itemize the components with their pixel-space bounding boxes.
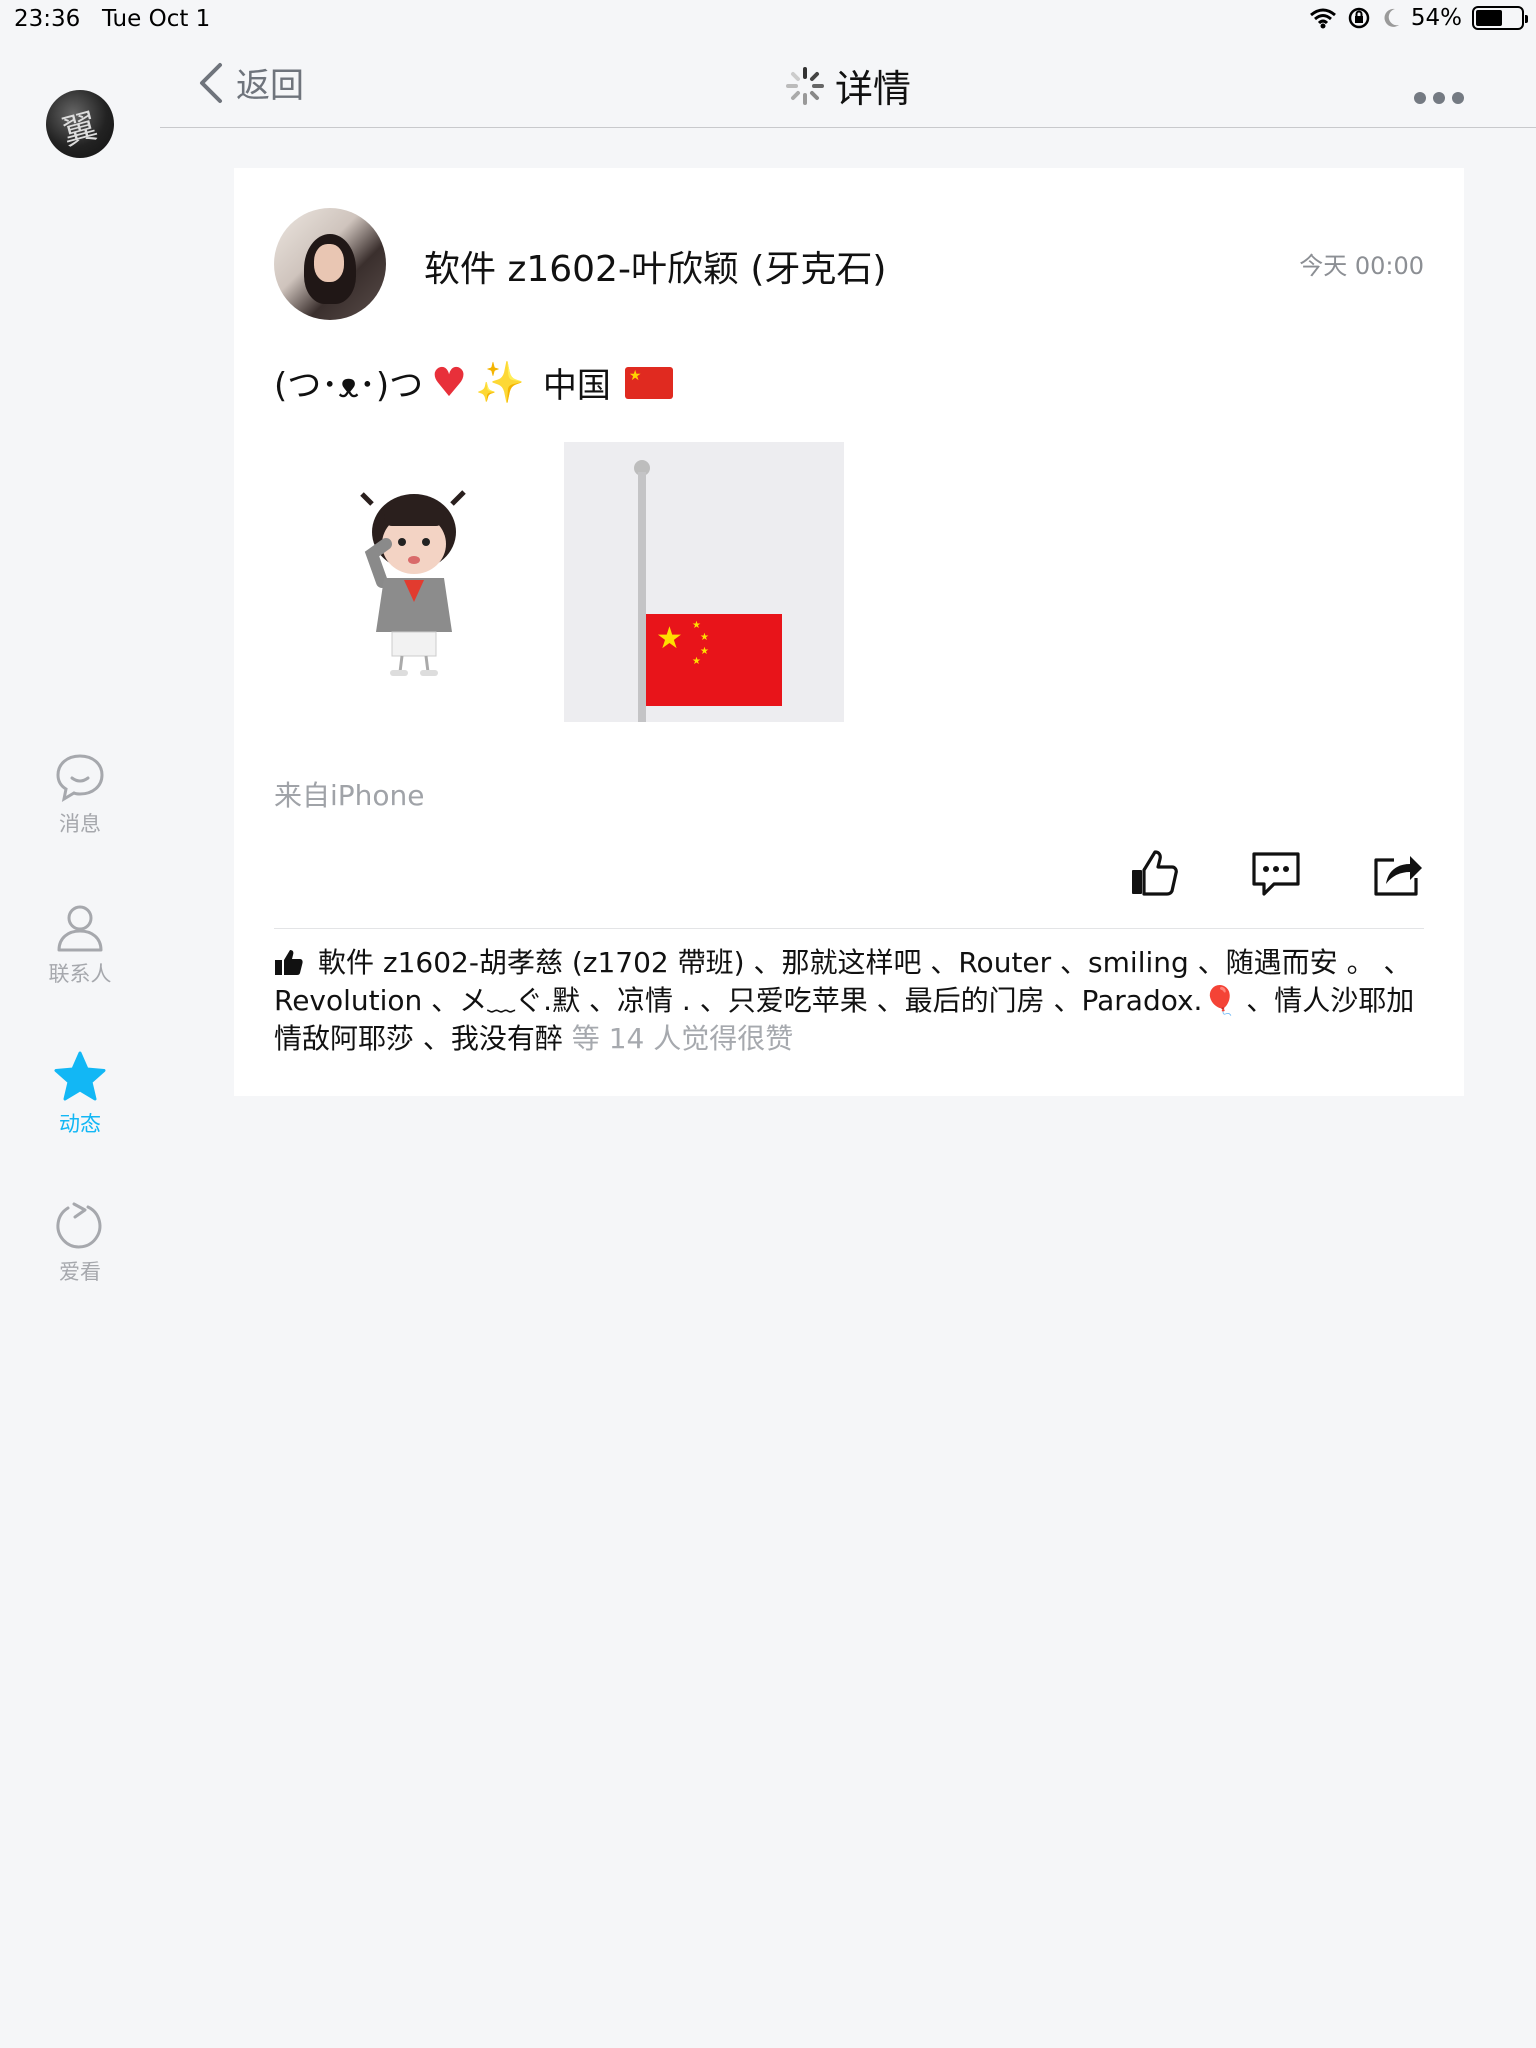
sidebar-item-label: 动态 (59, 1112, 101, 1136)
battery-percent: 54% (1410, 5, 1462, 31)
orientation-lock-icon (1348, 7, 1370, 29)
refresh-circle-icon (56, 1202, 102, 1249)
page-title-text: 详情 (834, 67, 911, 111)
heart-emoji-icon: ♥ (431, 359, 468, 406)
like-count[interactable]: 等 14 人觉得很赞 (563, 1022, 793, 1055)
status-date: Tue Oct 1 (102, 6, 211, 32)
more-dot-icon (1414, 92, 1426, 104)
post-card: 软件 z1602-叶欣颖 (牙克石) 今天 00:00 (つ･ᴥ･)つ ♥ ✨ … (234, 168, 1464, 1096)
poster-name[interactable]: 软件 z1602-叶欣颖 (牙克石) (424, 240, 886, 292)
page-title: 详情 (160, 58, 1536, 113)
sidebar-item-label: 爱看 (59, 1260, 101, 1284)
sidebar-item-watch[interactable]: 爱看 (0, 1200, 160, 1286)
moon-icon (1384, 8, 1399, 27)
liked-by-list: 軟件 z1602-胡孝慈 (z1702 帶班) 、那就这样吧 、Router 、… (274, 944, 1424, 1058)
sidebar-item-messages[interactable]: 消息 (0, 752, 160, 838)
sidebar-item-label: 联系人 (48, 962, 112, 986)
thumbs-up-filled-icon (275, 950, 303, 975)
star-icon (54, 1051, 106, 1101)
more-options-button[interactable] (1414, 92, 1464, 104)
person-icon (57, 905, 103, 952)
top-navigation-bar: 返回 详情 (160, 38, 1536, 128)
more-dot-icon (1452, 92, 1464, 104)
post-text: (つ･ᴥ･)つ ♥ ✨ 中国 (274, 358, 673, 407)
post-actions (1128, 848, 1424, 898)
post-timestamp: 今天 00:00 (1299, 252, 1424, 280)
status-indicators: 54% (1309, 5, 1528, 31)
post-source: 来自iPhone (274, 779, 425, 812)
china-flag-emoji-icon (624, 366, 673, 399)
sidebar-item-contacts[interactable]: 联系人 (0, 902, 160, 988)
wifi-icon (1309, 8, 1336, 29)
battery-icon (1472, 6, 1528, 30)
post-text-kaomoji: (つ･ᴥ･)つ (274, 366, 424, 406)
sidebar-item-feed[interactable]: 动态 (0, 1050, 160, 1138)
svg-text:★: ★ (692, 656, 701, 667)
svg-text:★: ★ (700, 632, 709, 643)
chat-bubble-icon (56, 754, 104, 803)
china-flag-on-pole-icon: ★ ★ ★ ★ ★ (564, 442, 844, 722)
post-image-flag[interactable]: ★ ★ ★ ★ ★ (564, 442, 844, 722)
comment-bubble-icon[interactable] (1250, 848, 1302, 898)
status-time: 23:36 (14, 6, 81, 32)
svg-text:★: ★ (692, 620, 701, 631)
poster-avatar[interactable] (274, 208, 386, 320)
balloon-emoji-icon: 🎈 (1202, 984, 1238, 1017)
child-salute-sticker-icon (360, 490, 466, 676)
post-text-location: 中国 (542, 366, 611, 406)
sidebar-item-label: 消息 (59, 812, 101, 836)
post-image-child-sticker[interactable] (274, 442, 554, 722)
svg-text:★: ★ (700, 646, 709, 657)
loading-spinner-icon (785, 66, 824, 105)
share-icon[interactable] (1372, 848, 1424, 898)
like-thumbs-up-icon[interactable] (1128, 848, 1180, 898)
divider (274, 928, 1424, 929)
user-avatar[interactable]: 翼 (46, 90, 114, 158)
svg-text:★: ★ (656, 621, 683, 656)
status-bar: 23:36 Tue Oct 1 54% (0, 0, 1536, 38)
sparkles-emoji-icon: ✨ (475, 360, 525, 406)
sidebar: 翼 消息 联系人 动态 爱看 (0, 38, 160, 2048)
more-dot-icon (1433, 92, 1445, 104)
